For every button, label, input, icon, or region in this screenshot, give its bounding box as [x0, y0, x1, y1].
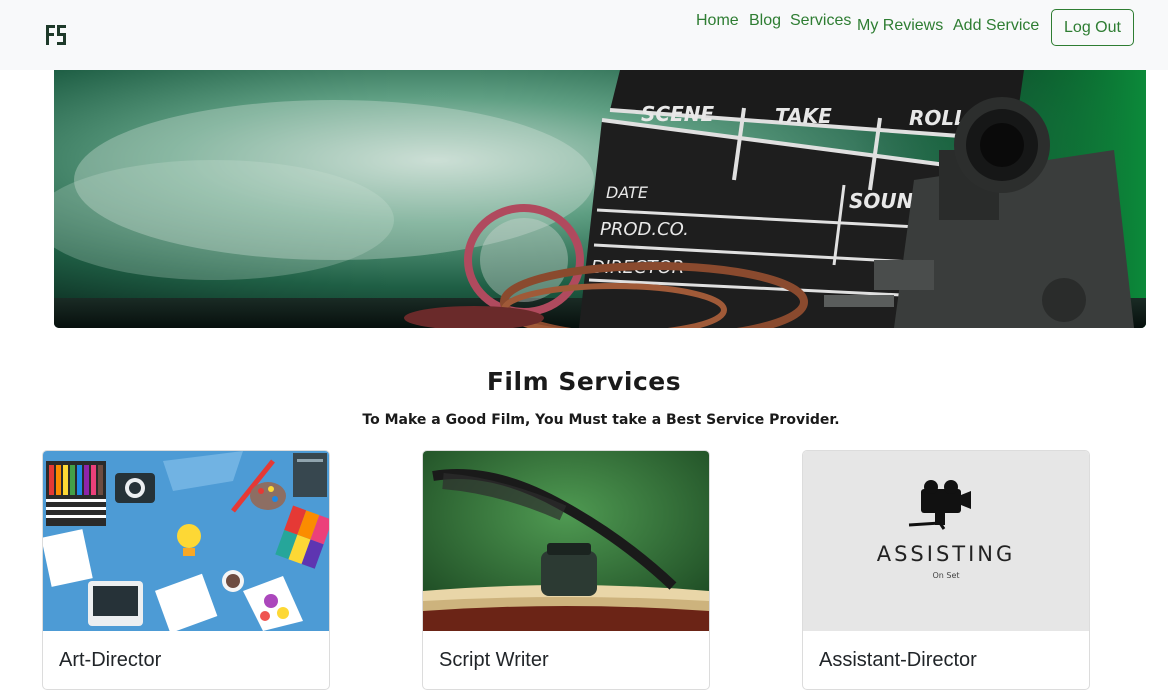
- logout-button[interactable]: Log Out: [1051, 9, 1134, 46]
- card-title: Assistant-Director: [819, 649, 977, 671]
- clapper-label-date: DATE: [606, 183, 649, 202]
- nav-link-services[interactable]: Services: [790, 12, 851, 30]
- card-title: Art-Director: [59, 649, 162, 671]
- assisting-logo-text: ASSISTING: [876, 542, 1016, 566]
- navbar: Home Blog Services My Reviews Add Servic…: [0, 0, 1168, 70]
- hero-banner: SCENE TAKE ROLL DATE SOUND PROD.CO. DIRE…: [54, 70, 1146, 328]
- brand-logo-icon[interactable]: [44, 23, 68, 47]
- nav-link-my-reviews[interactable]: My Reviews: [857, 17, 943, 35]
- clapper-label-take: TAKE: [775, 104, 832, 128]
- assistant-director-card-image: ASSISTING On Set: [803, 451, 1089, 631]
- card-title: Script Writer: [439, 649, 549, 671]
- hero-banner-image: SCENE TAKE ROLL DATE SOUND PROD.CO. DIRE…: [54, 70, 1146, 328]
- assisting-logo-subtext: On Set: [932, 571, 960, 580]
- script-writer-card-image: [423, 451, 709, 631]
- section-title: Film Services: [486, 367, 682, 396]
- nav-link-home[interactable]: Home: [696, 12, 739, 30]
- clapper-label-prodco: PROD.CO.: [600, 219, 689, 240]
- nav-link-blog[interactable]: Blog: [749, 12, 781, 30]
- art-director-card-image: [43, 451, 329, 631]
- service-card-assistant-director[interactable]: ASSISTING On Set Assistant-Director: [802, 450, 1090, 690]
- service-card-art-director[interactable]: Art-Director: [42, 450, 330, 690]
- nav-link-add-service[interactable]: Add Service: [953, 17, 1039, 35]
- clapper-label-scene: SCENE: [641, 102, 714, 126]
- film-camera-icon: [908, 480, 971, 530]
- service-card-script-writer[interactable]: Script Writer: [422, 450, 710, 690]
- section-subtitle: To Make a Good Film, You Must take a Bes…: [362, 412, 840, 428]
